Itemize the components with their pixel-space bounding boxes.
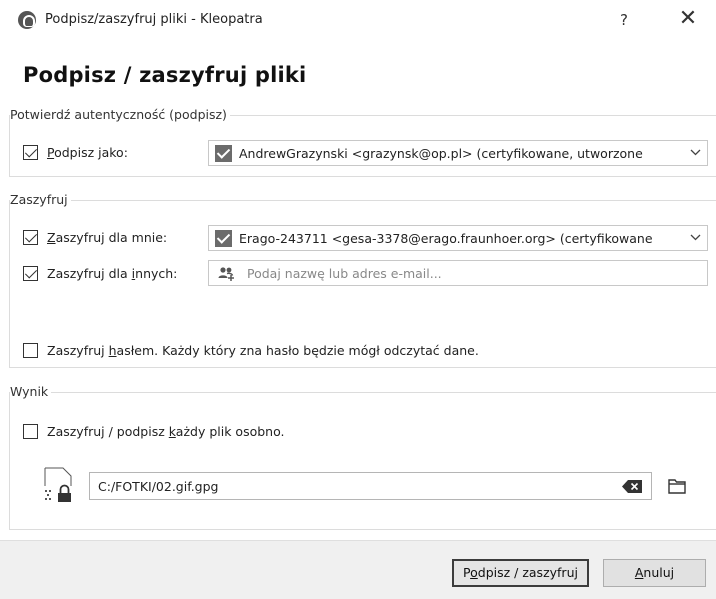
- window-title: Podpisz/zaszyfruj pliki - Kleopatra: [45, 12, 263, 27]
- kleopatra-app-icon: [18, 11, 36, 29]
- sign-as-label-text: odpisz jako:: [54, 145, 128, 160]
- certified-check-icon: [215, 230, 232, 247]
- output-group-legend: Wynik: [10, 384, 52, 399]
- encrypt-for-me-checkbox[interactable]: [23, 230, 38, 245]
- separate-files-label-prefix: Zaszyfruj / podpisz: [47, 424, 169, 439]
- separate-files-label-text: ażdy plik osobno.: [175, 424, 285, 439]
- encrypt-password-label-text: asłem. Każdy który zna hasło będzie mógł…: [116, 343, 479, 358]
- recipient-input[interactable]: Podaj nazwę lub adres e-mail...: [208, 260, 708, 286]
- dialog-footer: Podpisz / zaszyfruj Anuluj: [0, 540, 716, 599]
- encrypt-for-me-combobox[interactable]: Erago-243711 <gesa-3378@erago.fraunhoer.…: [208, 225, 708, 251]
- close-button[interactable]: ✕: [676, 7, 700, 31]
- encrypt-for-others-checkbox[interactable]: [23, 266, 38, 281]
- help-button[interactable]: ?: [613, 9, 635, 31]
- encrypt-group-legend: Zaszyfruj: [10, 192, 71, 207]
- sign-as-checkbox[interactable]: [23, 145, 38, 160]
- sign-encrypt-button[interactable]: Podpisz / zaszyfruj: [452, 559, 589, 587]
- title-bar: Podpisz/zaszyfruj pliki - Kleopatra ? ✕: [0, 0, 716, 40]
- certified-check-icon: [215, 145, 232, 162]
- output-path-value: C:/FOTKI/02.gif.gpg: [98, 479, 219, 494]
- separate-files-checkbox[interactable]: [23, 424, 38, 439]
- browse-folder-icon[interactable]: [664, 473, 690, 499]
- sign-as-value: AndrewGrazynski <grazynsk@op.pl> (certyf…: [239, 146, 643, 161]
- recipient-placeholder: Podaj nazwę lub adres e-mail...: [247, 266, 442, 281]
- clear-input-icon[interactable]: [622, 480, 642, 493]
- encrypt-for-me-value: Erago-243711 <gesa-3378@erago.fraunhoer.…: [239, 231, 653, 246]
- output-path-input[interactable]: C:/FOTKI/02.gif.gpg: [89, 472, 652, 500]
- encrypt-for-others-label-text: nnych:: [135, 266, 178, 281]
- encrypt-for-me-label[interactable]: Zaszyfruj dla mnie:: [47, 230, 167, 245]
- encrypted-file-icon: [44, 467, 74, 503]
- add-people-icon: [218, 266, 236, 282]
- sign-group-legend: Potwierdź autentyczność (podpisz): [10, 107, 230, 122]
- encrypt-for-me-label-text: aszyfruj dla mnie:: [55, 230, 168, 245]
- page-title: Podpisz / zaszyfruj pliki: [23, 63, 307, 87]
- sign-encrypt-label-text: dpisz / zaszyfruj: [477, 565, 578, 580]
- encrypt-for-others-label[interactable]: Zaszyfruj dla innych:: [47, 266, 177, 281]
- sign-as-combobox[interactable]: AndrewGrazynski <grazynsk@op.pl> (certyf…: [208, 140, 708, 166]
- chevron-down-icon: [690, 144, 701, 163]
- encrypt-for-me-label-accel: Z: [47, 230, 56, 245]
- separate-files-label[interactable]: Zaszyfruj / podpisz każdy plik osobno.: [47, 424, 284, 439]
- chevron-down-icon: [690, 229, 701, 248]
- encrypt-password-checkbox[interactable]: [23, 343, 38, 358]
- sign-as-label[interactable]: Podpisz jako:: [47, 145, 128, 160]
- cancel-button[interactable]: Anuluj: [603, 559, 706, 587]
- encrypt-password-label[interactable]: Zaszyfruj hasłem. Każdy który zna hasło …: [47, 343, 479, 358]
- separate-files-label-accel: k: [168, 424, 176, 439]
- sign-encrypt-label-accel: o: [470, 565, 478, 580]
- encrypt-for-others-label-prefix: Zaszyfruj dla: [47, 266, 132, 281]
- output-group: Wynik: [9, 384, 716, 530]
- encrypt-password-label-accel: h: [108, 343, 117, 358]
- encrypt-password-label-prefix: Zaszyfruj: [47, 343, 109, 358]
- cancel-label-text: nuluj: [643, 565, 675, 580]
